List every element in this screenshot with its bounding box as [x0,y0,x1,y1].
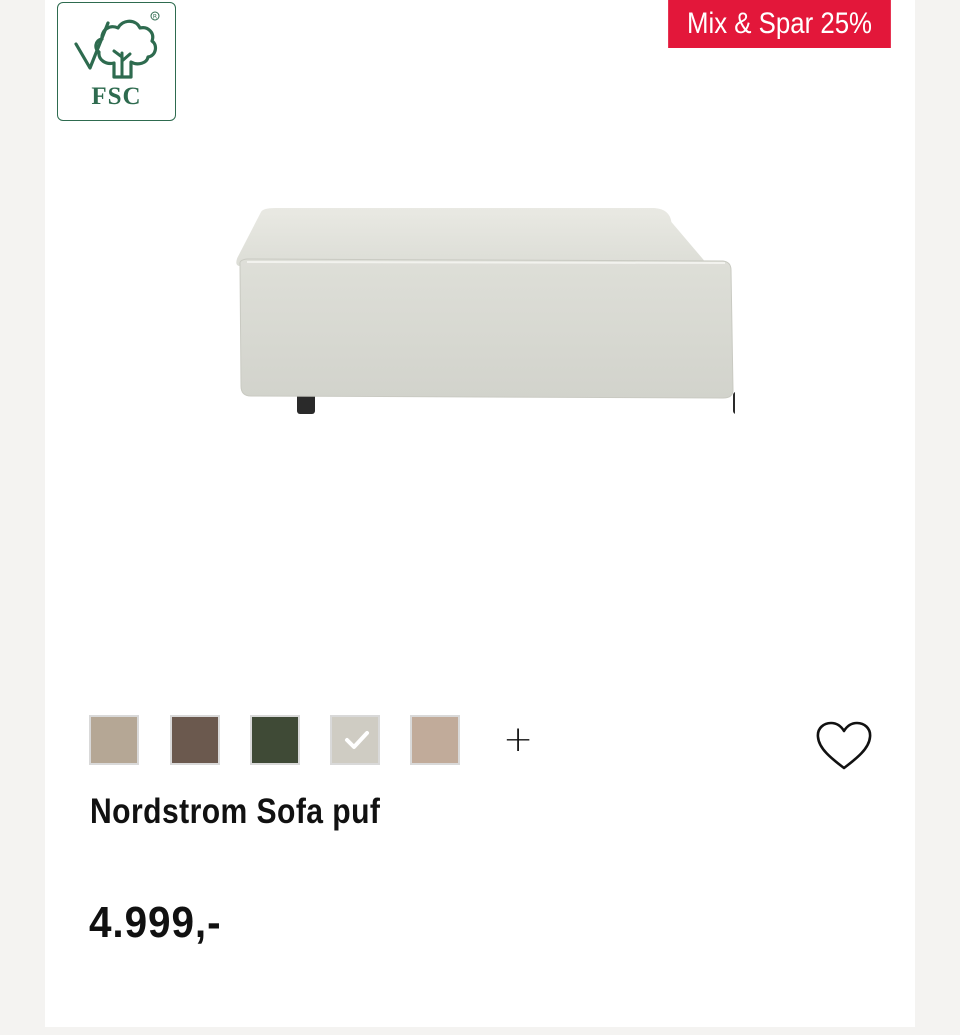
color-swatch-selected[interactable] [330,715,380,765]
heart-icon[interactable] [815,720,873,772]
product-card[interactable]: R FSC Mix & Spar 25% + Nordstrom Sofa pu… [45,0,915,1027]
product-price: 4.999,- [89,898,222,947]
color-swatch[interactable] [170,715,220,765]
more-colors-button[interactable]: + [503,712,533,768]
color-swatch[interactable] [250,715,300,765]
checkmark-icon [345,731,369,749]
promo-badge: Mix & Spar 25% [668,0,891,48]
color-swatch[interactable] [410,715,460,765]
fsc-badge: R FSC [57,2,176,121]
product-name[interactable]: Nordstrom Sofa puf [90,792,380,832]
sofa-pouf-image[interactable] [225,200,735,425]
svg-text:R: R [153,14,157,21]
fsc-tree-checkmark-icon: R [74,11,160,79]
fsc-label: FSC [91,83,142,110]
color-swatch[interactable] [89,715,139,765]
